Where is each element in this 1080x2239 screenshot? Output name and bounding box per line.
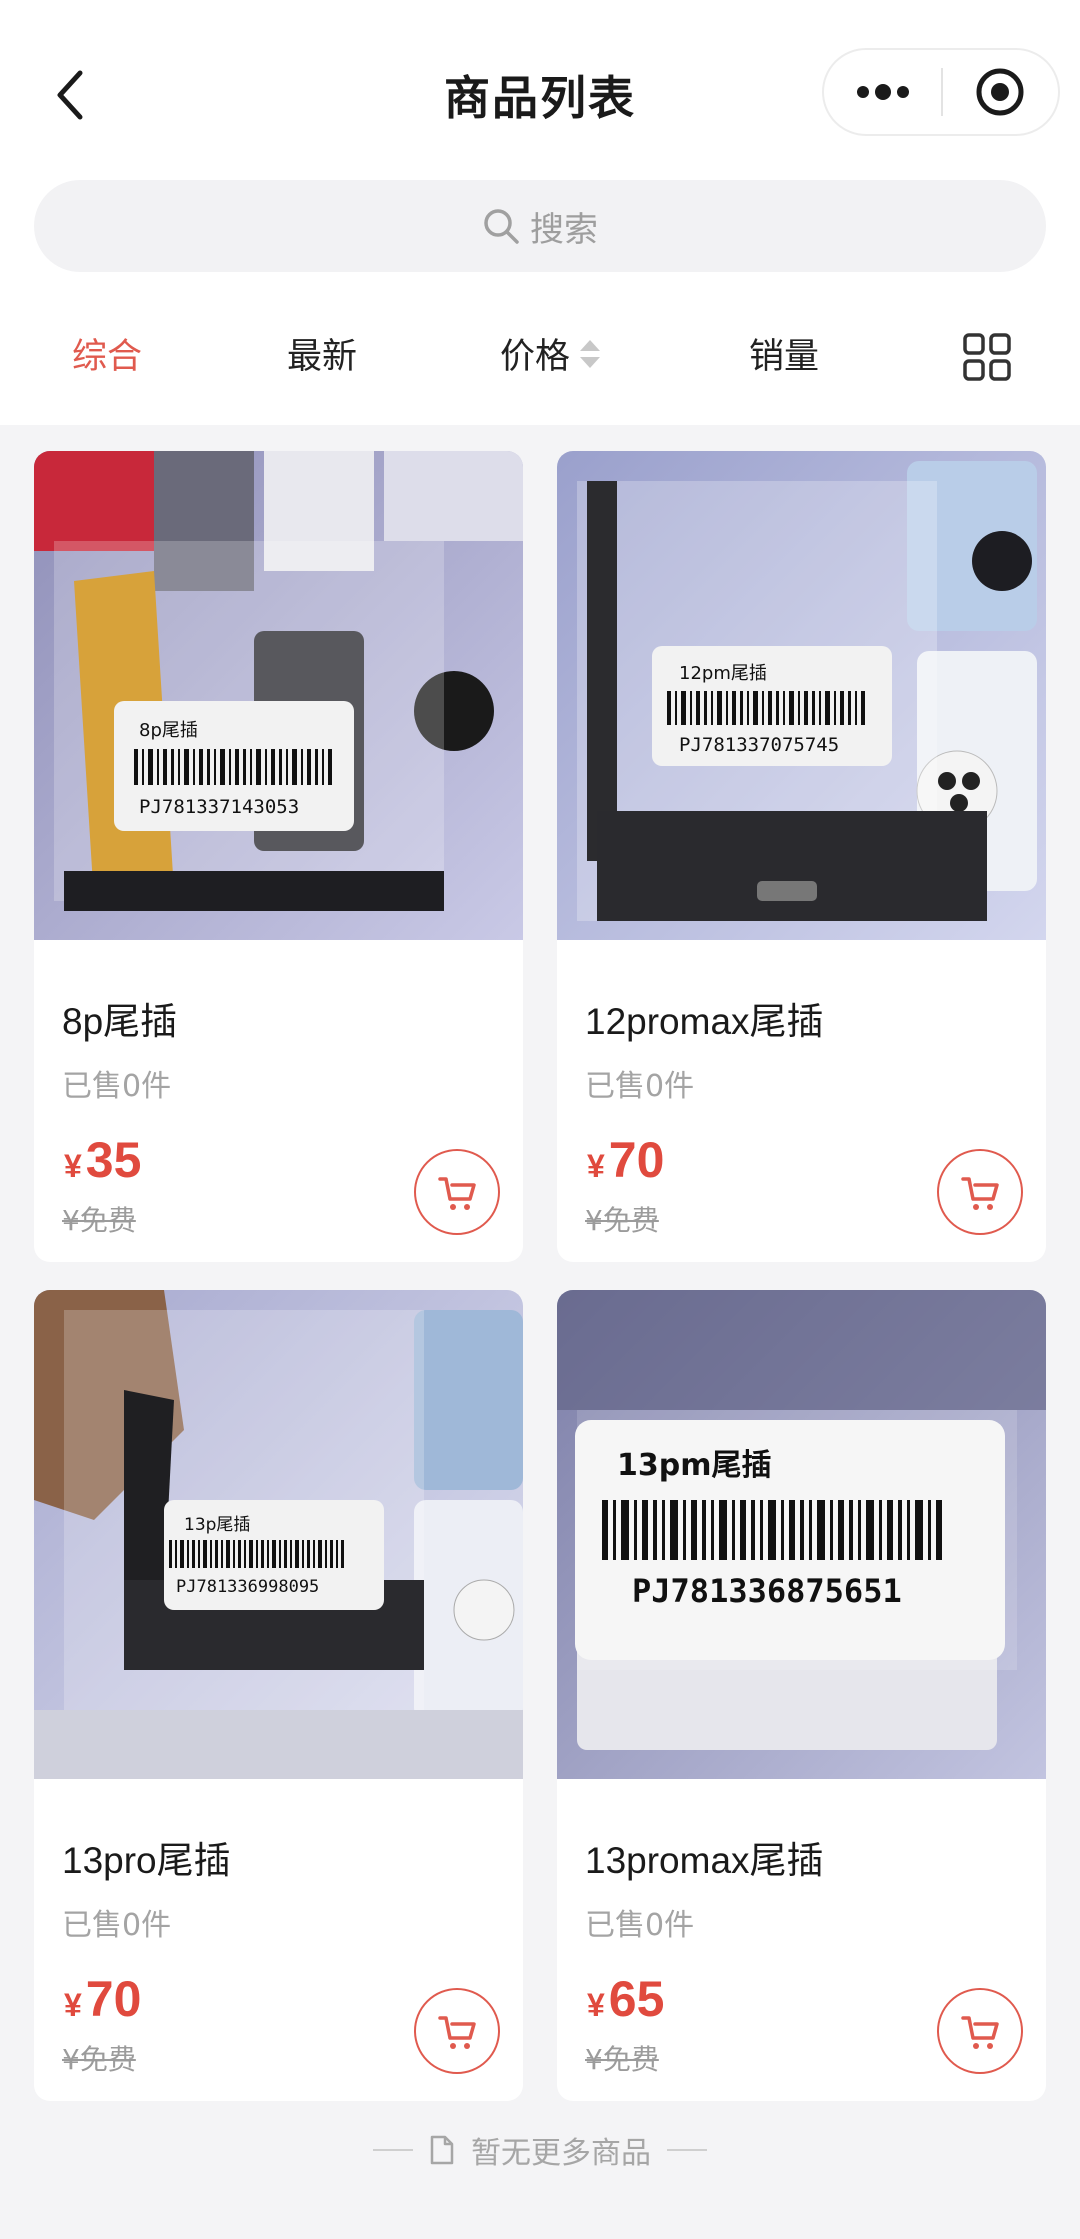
original-price: ¥免费	[62, 2043, 136, 2076]
product-card[interactable]: 13pm尾插 PJ781336875651 13promax尾插 已售0件 ¥ …	[557, 1290, 1046, 2101]
search-placeholder: 搜索	[530, 209, 598, 250]
product-name: 12promax尾插	[585, 1001, 824, 1042]
tab-label: 综合	[72, 337, 143, 377]
search-icon	[484, 209, 519, 244]
add-to-cart-button[interactable]	[937, 1988, 1023, 2074]
cart-icon	[438, 1177, 476, 1210]
original-price: ¥免费	[62, 1204, 136, 1237]
price-amount: 70	[85, 1971, 142, 2027]
price: ¥ 70	[64, 1970, 141, 2028]
sold-count: 已售0件	[62, 1069, 172, 1104]
product-name: 13pro尾插	[62, 1840, 231, 1881]
layout-toggle-button[interactable]	[962, 332, 1012, 386]
price-amount: 70	[608, 1132, 665, 1188]
photo-code: PJ781336875651	[632, 1572, 902, 1610]
search-input[interactable]: 搜索	[34, 180, 1046, 272]
more-button[interactable]	[824, 50, 941, 134]
add-to-cart-button[interactable]	[414, 1149, 500, 1235]
currency-symbol: ¥	[587, 1148, 605, 1184]
currency-symbol: ¥	[64, 1148, 82, 1184]
product-image[interactable]: 8p尾插 PJ781337143053	[34, 451, 523, 940]
photo-label: 13pm尾插	[617, 1448, 771, 1483]
list-end-footer: 暂无更多商品	[0, 2125, 1080, 2175]
product-photo: 13pm尾插 PJ781336875651	[557, 1290, 1046, 1779]
grid-layout-icon	[963, 333, 1011, 381]
tab-price[interactable]: 价格	[500, 328, 602, 379]
photo-code: PJ781337143053	[139, 796, 299, 818]
tab-label: 最新	[287, 337, 358, 377]
sold-count: 已售0件	[62, 1908, 172, 1943]
more-dots-icon	[856, 84, 909, 100]
photo-code: PJ781336998095	[176, 1577, 319, 1597]
product-photo: 8p尾插 PJ781337143053	[34, 451, 523, 940]
product-card[interactable]: 8p尾插 PJ781337143053 8p尾插 已售0件 ¥ 35 ¥免费	[34, 451, 523, 1262]
original-price: ¥免费	[585, 2043, 659, 2076]
cart-icon	[438, 2016, 476, 2049]
tab-comprehensive[interactable]: 综合	[72, 328, 142, 379]
currency-symbol: ¥	[587, 1987, 605, 2023]
sort-arrows-icon	[580, 339, 601, 368]
product-photo: 13p尾插 PJ781336998095	[34, 1290, 523, 1779]
price: ¥ 65	[587, 1970, 664, 2028]
photo-code: PJ781337075745	[679, 734, 839, 756]
add-to-cart-button[interactable]	[414, 1988, 500, 2074]
top-header: 商品列表 搜索 综合 最新 价格 销量	[0, 0, 1080, 425]
tab-sales[interactable]: 销量	[749, 328, 819, 379]
product-image[interactable]: 12pm尾插 PJ781337075745	[557, 451, 1046, 940]
close-button[interactable]	[943, 50, 1058, 134]
tab-label: 价格	[500, 337, 571, 377]
product-image[interactable]: 13p尾插 PJ781336998095	[34, 1290, 523, 1779]
add-to-cart-button[interactable]	[937, 1149, 1023, 1235]
product-image[interactable]: 13pm尾插 PJ781336875651	[557, 1290, 1046, 1779]
divider-line	[373, 2149, 413, 2151]
cart-icon	[961, 2016, 999, 2049]
currency-symbol: ¥	[64, 1987, 82, 2023]
record-close-icon	[976, 68, 1024, 116]
photo-label: 8p尾插	[139, 720, 198, 741]
sold-count: 已售0件	[585, 1908, 695, 1943]
price-amount: 65	[608, 1971, 665, 2027]
photo-label: 12pm尾插	[679, 663, 767, 684]
price-amount: 35	[85, 1132, 142, 1188]
footer-text: 暂无更多商品	[471, 2136, 651, 2171]
document-icon	[430, 2135, 454, 2165]
product-photo: 12pm尾插 PJ781337075745	[557, 451, 1046, 940]
price: ¥ 35	[64, 1131, 141, 1189]
product-card[interactable]: 12pm尾插 PJ781337075745 12promax尾插 已售0件 ¥ …	[557, 451, 1046, 1262]
product-name: 8p尾插	[62, 1001, 178, 1042]
cart-icon	[961, 1177, 999, 1210]
original-price: ¥免费	[585, 1204, 659, 1237]
tab-label: 销量	[749, 337, 820, 377]
divider-line	[667, 2149, 707, 2151]
price: ¥ 70	[587, 1131, 664, 1189]
photo-label: 13p尾插	[184, 1515, 250, 1535]
sort-bar: 综合 最新 价格 销量	[0, 310, 1080, 400]
product-name: 13promax尾插	[585, 1840, 824, 1881]
product-card[interactable]: 13p尾插 PJ781336998095 13pro尾插 已售0件 ¥ 70 ¥…	[34, 1290, 523, 2101]
tab-newest[interactable]: 最新	[287, 328, 357, 379]
sold-count: 已售0件	[585, 1069, 695, 1104]
mini-program-capsule	[822, 48, 1060, 136]
